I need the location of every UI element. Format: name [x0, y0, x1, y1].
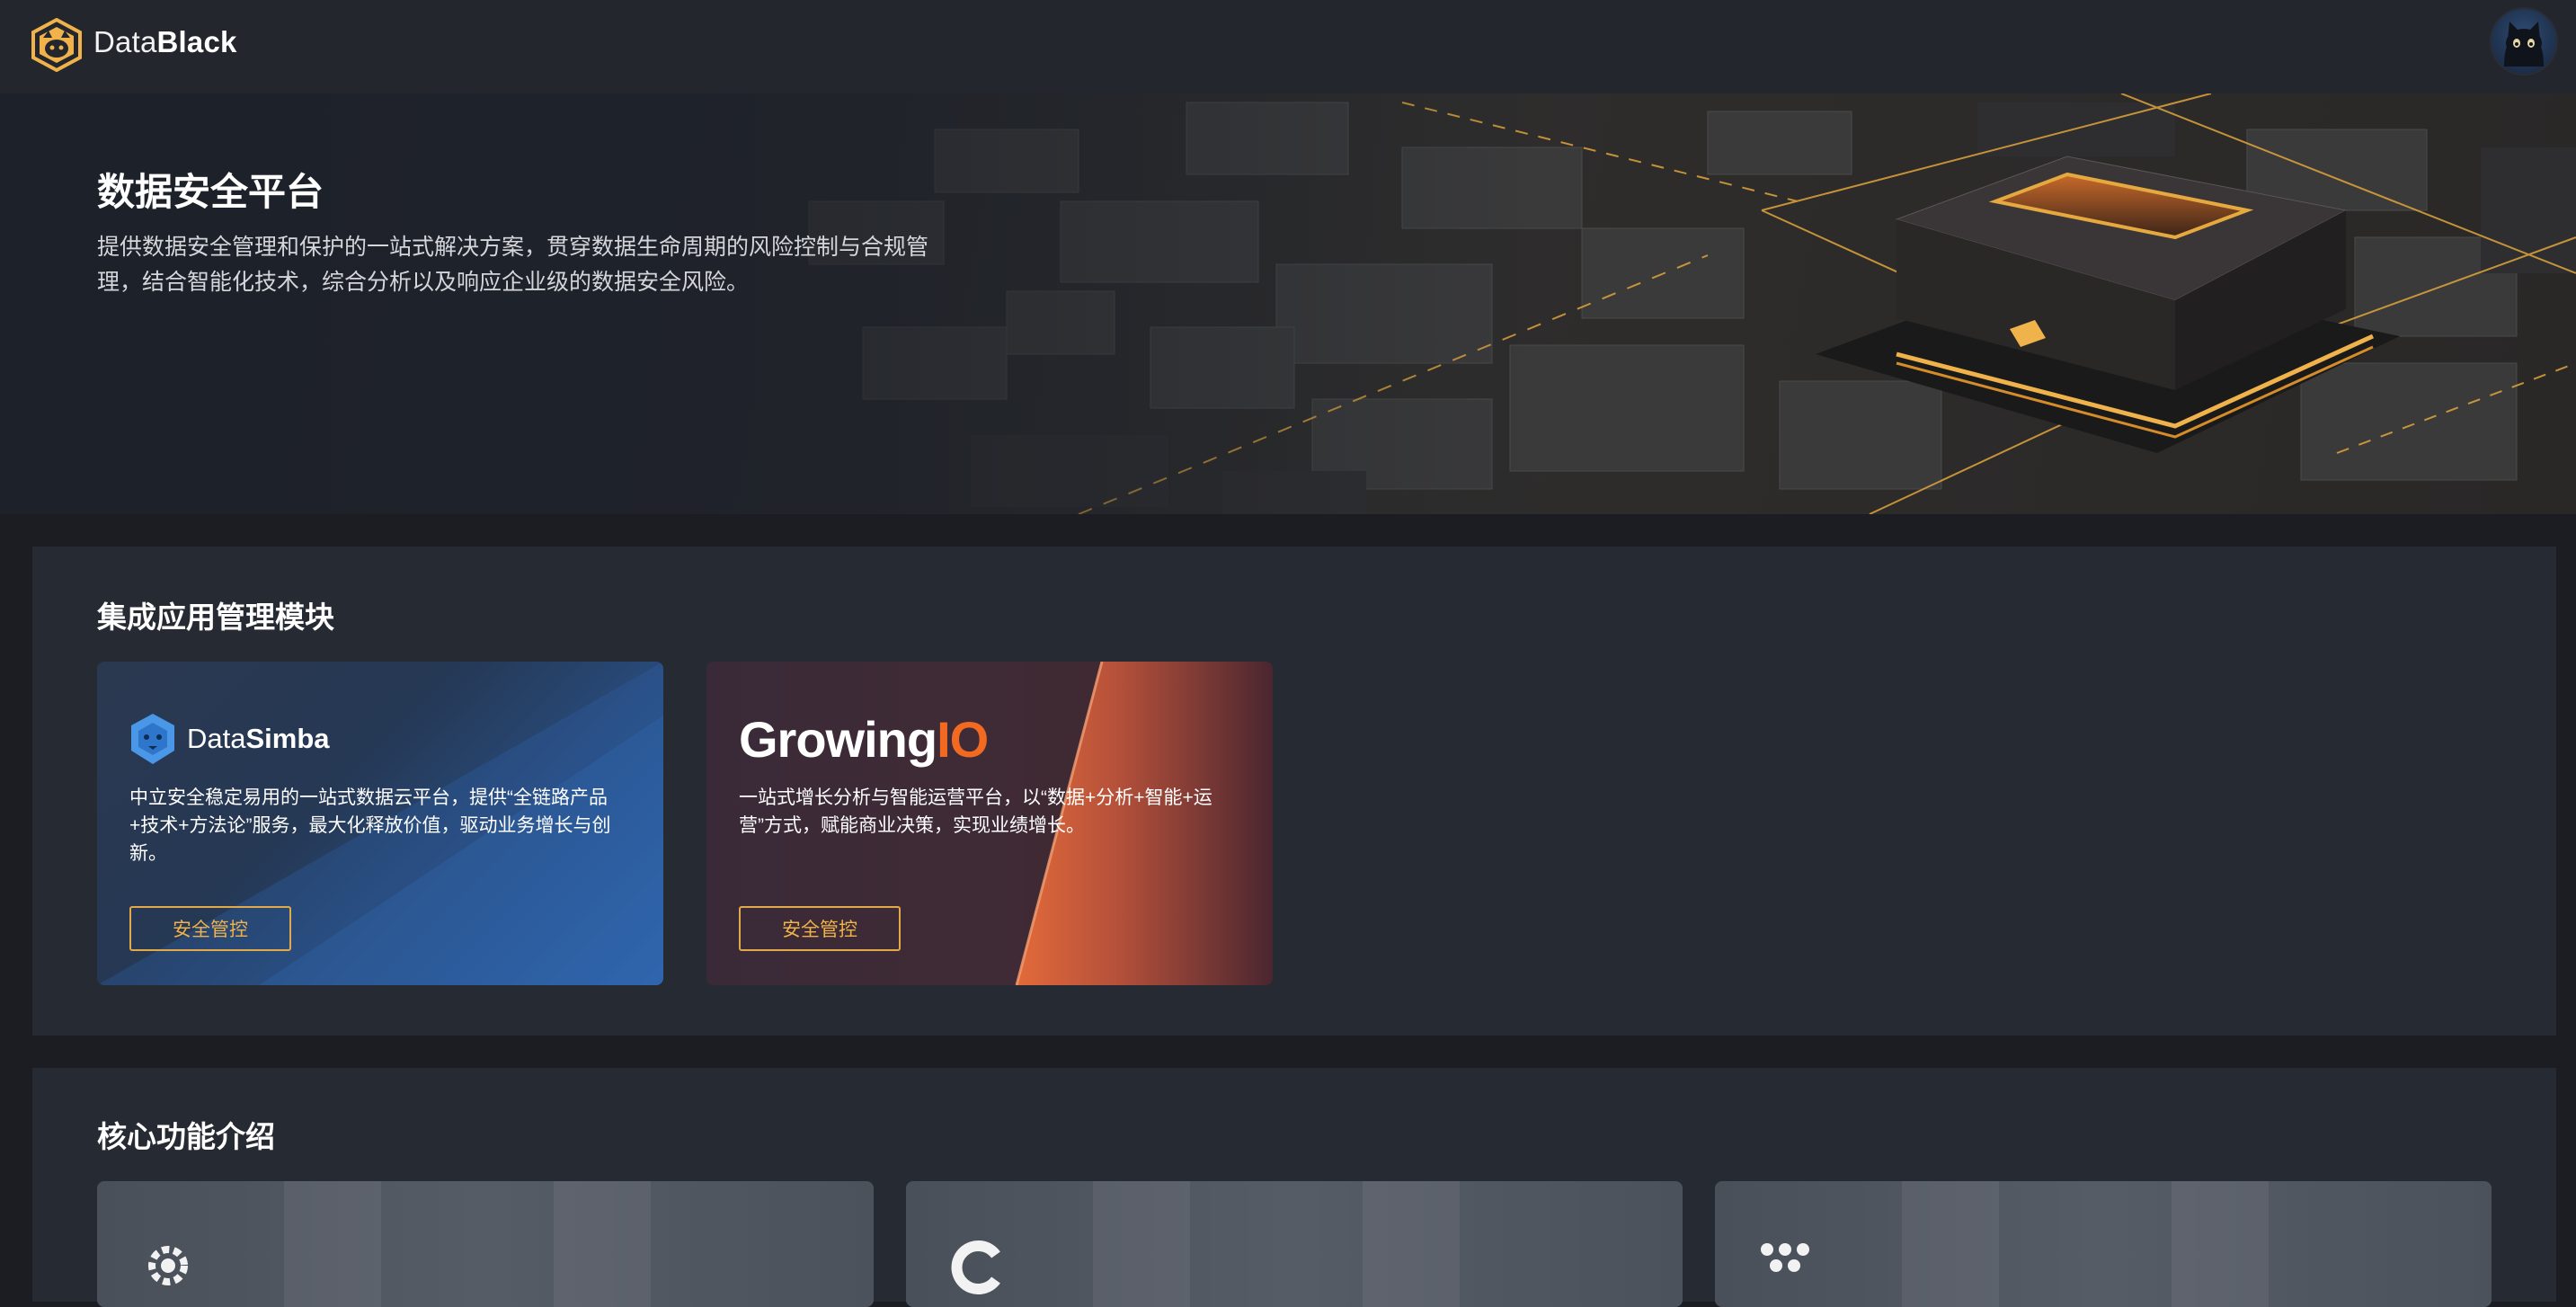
gear-icon: [148, 1246, 188, 1285]
growingio-wordmark: GrowingIO: [739, 710, 989, 769]
card-stripe: [2172, 1181, 2269, 1307]
hero-banner: 数据安全平台 提供数据安全管理和保护的一站式解决方案，贯穿数据生命周期的风险控制…: [0, 93, 2576, 514]
datasimba-wordmark: DataSimba: [187, 723, 330, 755]
card-stripe: [554, 1181, 651, 1307]
c-ring-icon: [951, 1240, 1000, 1294]
brand-suffix: Black: [156, 25, 237, 58]
brand-name[interactable]: DataBlack: [93, 25, 237, 59]
hero-description: 提供数据安全管理和保护的一站式解决方案，贯穿数据生命周期的风险控制与合规管理，结…: [97, 235, 929, 295]
datasimba-card: DataSimba 中立安全稳定易用的一站式数据云平台，提供“全链路产品+技术+…: [97, 662, 663, 985]
feature-card-3[interactable]: [1715, 1181, 2492, 1307]
growingio-card: GrowingIO 一站式增长分析与智能运营平台，以“数据+分析+智能+运营”方…: [706, 662, 1273, 985]
datasimba-wordmark-prefix: Data: [187, 723, 246, 754]
integrations-section: 集成应用管理模块 DataSimba 中立安全稳定易用的一站式数据云平台，提供“…: [32, 547, 2556, 1036]
cat-shield-logo-icon[interactable]: [31, 18, 83, 72]
card-stripe: [284, 1181, 381, 1307]
growingio-description: 一站式增长分析与智能运营平台，以“数据+分析+智能+运营”方式，赋能商业决策，实…: [739, 787, 1212, 836]
growingio-logo: GrowingIO: [739, 710, 989, 769]
hero-title: 数据安全平台: [97, 171, 324, 213]
top-navigation-bar: DataBlack: [0, 0, 2576, 94]
feature-card-1[interactable]: [97, 1181, 874, 1307]
circuit-city-illustration: [0, 93, 2576, 514]
dots-icon: [1761, 1243, 1809, 1272]
growingio-wordmark-prefix: Growing: [739, 710, 937, 768]
datasimba-wordmark-suffix: Simba: [245, 723, 330, 754]
core-features-title: 核心功能介绍: [97, 1120, 275, 1153]
card-stripe: [1093, 1181, 1190, 1307]
feature-card-2[interactable]: [906, 1181, 1683, 1307]
datasimba-lion-icon: [131, 714, 174, 764]
cat-avatar-icon: [2504, 22, 2544, 67]
datasimba-logo: DataSimba: [129, 710, 330, 768]
datasimba-security-control-button[interactable]: 安全管控: [129, 906, 291, 951]
core-features-section: 核心功能介绍: [32, 1068, 2556, 1307]
growingio-wordmark-suffix: IO: [937, 710, 989, 768]
growingio-security-control-button[interactable]: 安全管控: [739, 906, 901, 951]
card-stripe: [1363, 1181, 1460, 1307]
integrations-title: 集成应用管理模块: [97, 600, 334, 634]
brand-prefix: Data: [93, 25, 157, 58]
card-stripe: [1902, 1181, 1999, 1307]
datasimba-description: 中立安全稳定易用的一站式数据云平台，提供“全链路产品+技术+方法论”服务，最大化…: [129, 787, 611, 864]
user-avatar[interactable]: [2492, 9, 2556, 74]
